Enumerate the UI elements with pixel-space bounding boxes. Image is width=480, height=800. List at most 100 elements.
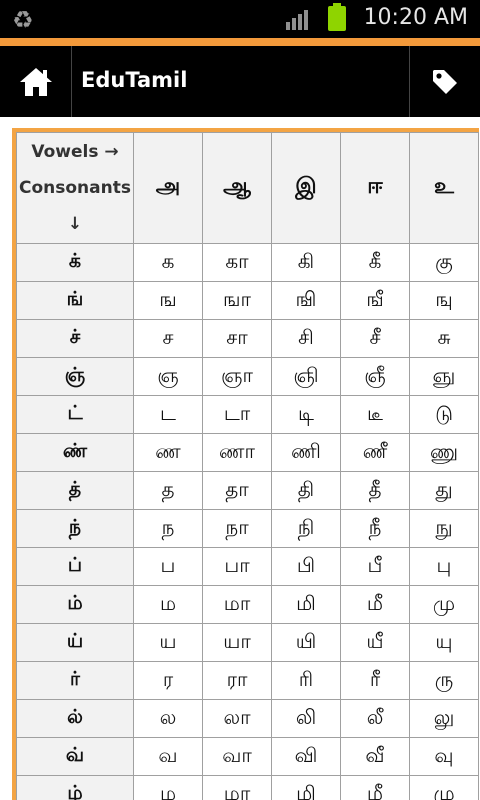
letter-cell: ட — [133, 395, 203, 434]
letter-cell: வீ — [340, 737, 410, 776]
letter-cell: ஞா — [202, 357, 272, 396]
table-frame: Vowels → Consonants ↓ அ ஆ இ ஈ உ க் க கா கி க… — [12, 128, 479, 800]
consonant-cell: ச் — [16, 319, 134, 358]
letter-cell: ழி — [271, 775, 341, 800]
letter-cell: யா — [202, 623, 272, 662]
action-bar: EduTamil — [0, 46, 480, 117]
header-row: Vowels → Consonants ↓ அ ஆ இ ஈ உ — [16, 132, 479, 244]
app-title: EduTamil — [81, 68, 188, 92]
letter-cell: யு — [409, 623, 479, 662]
letter-cell: து — [409, 471, 479, 510]
consonant-cell: ம் — [16, 585, 134, 624]
letter-cell: த — [133, 471, 203, 510]
letter-cell: நா — [202, 509, 272, 548]
vowel-header: இ — [271, 132, 341, 244]
tag-icon — [433, 69, 457, 94]
consonant-cell: ப் — [16, 547, 134, 586]
consonant-cell: ஞ் — [16, 357, 134, 396]
consonant-cell: ண் — [16, 433, 134, 472]
consonant-cell: ங் — [16, 281, 134, 320]
letter-cell: லீ — [340, 699, 410, 738]
table-row: ங் ங ஙா ஙி ஙீ ஙு — [16, 281, 479, 320]
battery-icon — [328, 3, 346, 31]
letter-cell: நி — [271, 509, 341, 548]
letter-cell: ழு — [409, 775, 479, 800]
letter-cell: யீ — [340, 623, 410, 662]
letter-cell: பீ — [340, 547, 410, 586]
letter-cell: ப — [133, 547, 203, 586]
letter-cell: ஙி — [271, 281, 341, 320]
letter-cell: மு — [409, 585, 479, 624]
letter-cell: ம — [133, 585, 203, 624]
letter-cell: சி — [271, 319, 341, 358]
letter-cell: கீ — [340, 243, 410, 282]
letter-cell: கா — [202, 243, 272, 282]
letter-cell: ர — [133, 661, 203, 700]
letter-cell: ரீ — [340, 661, 410, 700]
home-button[interactable] — [0, 46, 71, 117]
letter-cell: ஙா — [202, 281, 272, 320]
letter-cell: வு — [409, 737, 479, 776]
letter-cell: ணி — [271, 433, 341, 472]
letter-cell: ணா — [202, 433, 272, 472]
letter-cell: ண — [133, 433, 203, 472]
consonant-cell: த் — [16, 471, 134, 510]
letter-cell: வ — [133, 737, 203, 776]
consonant-cell: வ் — [16, 737, 134, 776]
letter-cell: மீ — [340, 585, 410, 624]
table-row: ந் ந நா நி நீ நு — [16, 509, 479, 548]
letter-cell: ஞு — [409, 357, 479, 396]
letter-cell: தீ — [340, 471, 410, 510]
corner-header: Vowels → Consonants ↓ — [16, 132, 134, 244]
letter-cell: ரா — [202, 661, 272, 700]
letter-cell: க — [133, 243, 203, 282]
letter-cell: ஙு — [409, 281, 479, 320]
down-arrow: ↓ — [67, 214, 83, 234]
letter-cell: கு — [409, 243, 479, 282]
letter-cell: கி — [271, 243, 341, 282]
table-row: ண் ண ணா ணி ணீ ணு — [16, 433, 479, 472]
status-bar: ♻ 10:20 AM — [0, 0, 480, 38]
letter-cell: மி — [271, 585, 341, 624]
letter-cell: ஞ — [133, 357, 203, 396]
letters-table: Vowels → Consonants ↓ அ ஆ இ ஈ உ க் க கா கி க… — [16, 132, 479, 800]
letter-cell: பி — [271, 547, 341, 586]
letter-cell: ழ — [133, 775, 203, 800]
vowel-header: உ — [409, 132, 479, 244]
table-row: ழ் ழ ழா ழி ழீ ழு — [16, 775, 479, 800]
table-row: ப் ப பா பி பீ பு — [16, 547, 479, 586]
letter-cell: யி — [271, 623, 341, 662]
letter-cell: ச — [133, 319, 203, 358]
letter-cell: ணு — [409, 433, 479, 472]
letter-cell: ஙீ — [340, 281, 410, 320]
letter-cell: சீ — [340, 319, 410, 358]
divider — [71, 46, 72, 117]
table-row: ம் ம மா மி மீ மு — [16, 585, 479, 624]
letter-cell: பு — [409, 547, 479, 586]
content-area[interactable]: Vowels → Consonants ↓ அ ஆ இ ஈ உ க் க கா கி க… — [0, 117, 480, 800]
vowels-label: Vowels → — [31, 142, 119, 162]
letter-cell: தா — [202, 471, 272, 510]
letter-cell: சா — [202, 319, 272, 358]
table-row: ச் ச சா சி சீ சு — [16, 319, 479, 358]
letter-cell: ரி — [271, 661, 341, 700]
recycle-icon: ♻ — [12, 6, 34, 34]
consonant-cell: ல் — [16, 699, 134, 738]
letter-cell: டு — [409, 395, 479, 434]
letter-cell: லு — [409, 699, 479, 738]
letter-cell: மா — [202, 585, 272, 624]
tag-button[interactable] — [410, 46, 480, 117]
consonants-label: Consonants — [19, 178, 131, 198]
vowel-header: ஈ — [340, 132, 410, 244]
table-row: க் க கா கி கீ கு — [16, 243, 479, 282]
letter-cell: சு — [409, 319, 479, 358]
table-row: ர் ர ரா ரி ரீ ரு — [16, 661, 479, 700]
consonant-cell: ட் — [16, 395, 134, 434]
consonant-cell: ழ் — [16, 775, 134, 800]
table-row: ல் ல லா லி லீ லு — [16, 699, 479, 738]
consonant-cell: ர் — [16, 661, 134, 700]
letter-cell: ஞி — [271, 357, 341, 396]
vowel-header: ஆ — [202, 132, 272, 244]
signal-icon — [286, 8, 312, 30]
letter-cell: ழா — [202, 775, 272, 800]
